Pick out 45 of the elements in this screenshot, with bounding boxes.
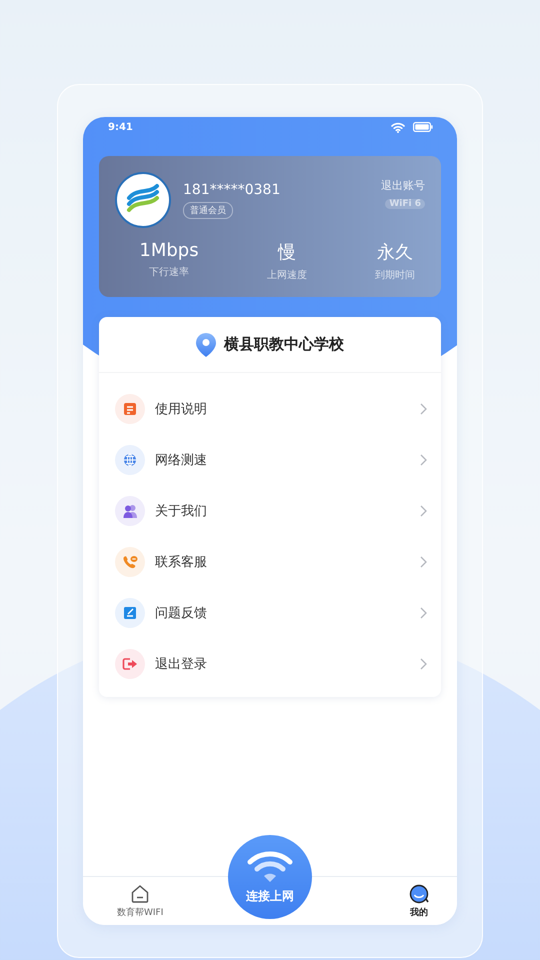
wifi-icon <box>246 850 294 884</box>
menu-item[interactable]: 联系客服 <box>99 536 441 587</box>
chevron-right-icon <box>420 454 427 466</box>
menu-item[interactable]: 退出登录 <box>99 638 441 689</box>
menu-label: 使用说明 <box>155 400 208 418</box>
menu-label: 问题反馈 <box>155 604 208 622</box>
chevron-right-icon <box>420 504 427 516</box>
stat-label: 到期时间 <box>375 268 415 282</box>
battery-icon <box>413 122 433 132</box>
stat-value: 1Mbps <box>139 240 199 261</box>
menu-label: 关于我们 <box>155 502 208 520</box>
menu-item[interactable]: 关于我们 <box>99 485 441 536</box>
stat-value: 慢 <box>278 241 296 264</box>
school-name: 横县职教中心学校 <box>224 335 344 354</box>
menu-item[interactable]: 使用说明 <box>99 383 441 434</box>
menu-item[interactable]: 网络测速 <box>99 434 441 485</box>
menu-item[interactable]: 问题反馈 <box>99 587 441 638</box>
member-tag: 普通会员 <box>183 202 233 218</box>
document-icon <box>123 402 137 416</box>
wifi-badge: WiFi 6 <box>385 198 425 208</box>
menu-label: 网络测速 <box>155 452 208 468</box>
chevron-right-icon <box>420 402 427 414</box>
chevron-right-icon <box>420 606 427 618</box>
chevron-right-icon <box>420 658 427 670</box>
chevron-right-icon <box>420 556 427 568</box>
exit-icon <box>122 656 138 670</box>
phone-number: 181*****0381 <box>183 182 280 198</box>
tab[interactable]: 我的 <box>409 877 429 925</box>
edit-icon <box>123 606 137 620</box>
stat-label: 上网速度 <box>267 268 307 282</box>
people-icon <box>122 504 138 518</box>
menu-label: 联系客服 <box>155 554 208 570</box>
menu-label: 退出登录 <box>155 656 208 672</box>
profile-icon <box>409 884 429 904</box>
home-icon <box>130 884 150 904</box>
logo-icon <box>115 172 171 228</box>
location-pin-icon <box>196 332 216 356</box>
stat-value: 永久 <box>377 241 413 264</box>
phone-icon <box>122 554 138 568</box>
wifi-icon <box>391 122 405 132</box>
status-time: 9:41 <box>108 122 133 132</box>
connect-button[interactable]: 连接上网 <box>228 835 312 919</box>
tab[interactable]: 数育帮WIFI <box>117 877 164 925</box>
globe-icon <box>123 452 137 466</box>
stat-label: 下行速率 <box>149 266 189 279</box>
